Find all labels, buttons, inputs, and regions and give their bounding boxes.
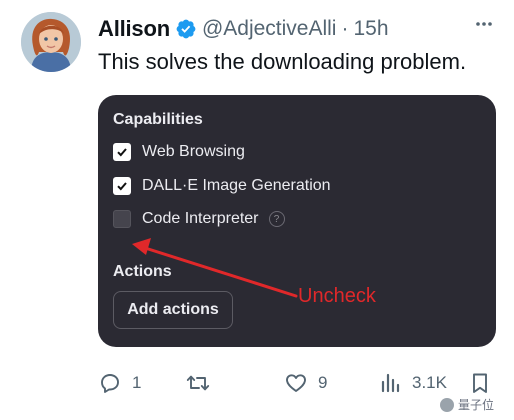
watermark-text: 量子位 bbox=[458, 398, 495, 412]
like-count: 9 bbox=[318, 373, 328, 392]
engagement-bar: 1 9 3.1K bbox=[98, 368, 498, 398]
verified-badge-icon bbox=[176, 19, 196, 39]
watermark-logo-icon bbox=[440, 397, 454, 412]
avatar-image bbox=[21, 12, 81, 72]
annotation-text: Uncheck bbox=[298, 285, 376, 307]
tweet: Allison @AdjectiveAlli · 15h This solves… bbox=[0, 0, 514, 420]
repost-button[interactable] bbox=[186, 368, 210, 398]
view-count: 3.1K bbox=[412, 373, 447, 392]
reply-icon bbox=[101, 374, 119, 393]
red-arrow-annotation bbox=[132, 238, 298, 298]
bookmark-icon bbox=[473, 373, 487, 393]
more-options-button[interactable] bbox=[472, 12, 496, 36]
avatar[interactable] bbox=[21, 12, 81, 72]
embedded-screenshot[interactable]: Capabilities Web Browsing DALL·E Image G… bbox=[98, 95, 496, 347]
bookmark-button[interactable] bbox=[468, 368, 492, 398]
more-options-icon bbox=[476, 22, 492, 26]
reply-count: 1 bbox=[132, 373, 142, 392]
separator-dot: · bbox=[341, 17, 349, 40]
tweet-header: Allison @AdjectiveAlli · 15h bbox=[98, 14, 389, 44]
author-handle[interactable]: @AdjectiveAlli bbox=[202, 17, 337, 41]
watermark: 量子位 bbox=[438, 396, 497, 413]
author-name[interactable]: Allison bbox=[98, 16, 170, 42]
heart-icon bbox=[286, 374, 306, 392]
post-time[interactable]: 15h bbox=[353, 17, 388, 41]
views-icon bbox=[381, 373, 400, 393]
tweet-text: This solves the downloading problem. bbox=[98, 49, 467, 74]
views-button[interactable]: 3.1K bbox=[378, 368, 447, 398]
reply-button[interactable]: 1 bbox=[98, 368, 141, 398]
repost-icon bbox=[186, 375, 210, 391]
like-button[interactable]: 9 bbox=[284, 368, 327, 398]
